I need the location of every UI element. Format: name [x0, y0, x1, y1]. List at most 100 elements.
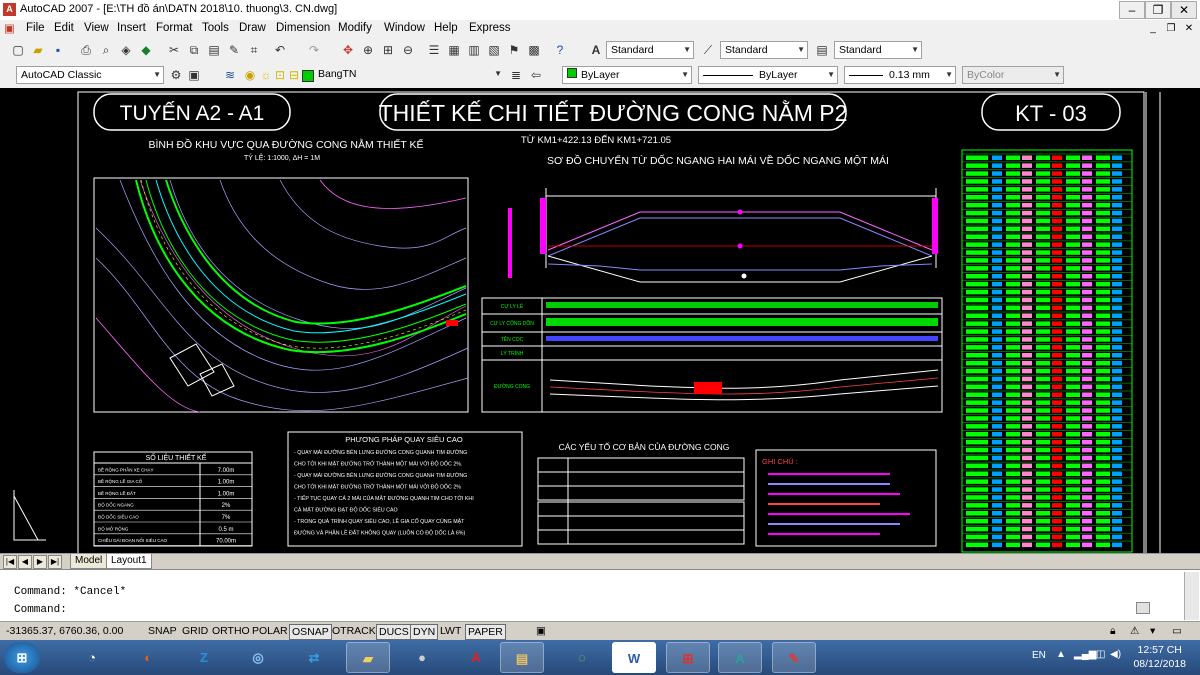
tab-model[interactable]: Model — [70, 554, 108, 569]
properties-icon[interactable]: ☰ — [426, 42, 442, 58]
lwt-toggle[interactable]: LWT — [438, 624, 463, 638]
coordinate-readout[interactable]: -31365.37, 6760.36, 0.00 — [4, 624, 125, 638]
menu-format[interactable]: Format — [156, 22, 192, 34]
fox-app-icon[interactable]: ● — [400, 642, 444, 673]
make-object-layer-current-icon[interactable]: ≣ — [508, 67, 524, 83]
menu-express[interactable]: Express — [469, 22, 511, 34]
layer-previous-icon[interactable]: ⇦ — [528, 67, 544, 83]
dyn-toggle[interactable]: DYN — [410, 624, 439, 640]
doc-close-button[interactable]: ✕ — [1182, 22, 1196, 35]
paper-toggle[interactable]: PAPER — [465, 624, 506, 640]
match-properties-icon[interactable]: ✎ — [226, 42, 242, 58]
close-button[interactable]: ✕ — [1171, 1, 1197, 19]
redo-icon[interactable]: ↷ — [306, 42, 322, 58]
menu-tools[interactable]: Tools — [202, 22, 229, 34]
drawing-area[interactable]: TUYẾN A2 - A1 THIẾT KẾ CHI TIẾT ĐƯỜNG CO… — [0, 88, 1200, 553]
ortho-toggle[interactable]: ORTHO — [210, 624, 252, 638]
prev-tab-button[interactable]: ◀ — [18, 555, 32, 569]
menu-dimension[interactable]: Dimension — [276, 22, 330, 34]
comm-center-icon[interactable]: ⚠ — [1128, 624, 1141, 638]
save-icon[interactable]: ▪ — [50, 42, 66, 58]
dim-style-icon[interactable]: ⟋ — [700, 42, 716, 58]
command-scroll-thumb[interactable] — [1136, 602, 1150, 614]
grid-toggle[interactable]: GRID — [180, 624, 210, 638]
next-tab-button[interactable]: ▶ — [33, 555, 47, 569]
text-style-select[interactable]: Standard ▼ — [606, 41, 694, 59]
dim-style-select[interactable]: Standard ▼ — [720, 41, 808, 59]
cococ-icon[interactable]: ◌ — [560, 642, 604, 673]
menu-help[interactable]: Help — [434, 22, 458, 34]
maximize-viewport-icon[interactable]: ▣ — [534, 624, 548, 638]
signal-icon[interactable]: ▂▄▆ — [1074, 649, 1096, 660]
3d-dwf-icon[interactable]: ◆ — [138, 42, 154, 58]
help-icon[interactable]: ? — [552, 42, 568, 58]
workspace-select[interactable]: AutoCAD Classic ▼ — [16, 66, 164, 84]
plotstyle-select[interactable]: ByColor ▼ — [962, 66, 1064, 84]
word-icon[interactable]: W — [612, 642, 656, 673]
zoom-realtime-icon[interactable]: ⊕ — [360, 42, 376, 58]
linetype-select[interactable]: ByLayer ▼ — [698, 66, 838, 84]
markup-icon[interactable]: ⚑ — [506, 42, 522, 58]
sticky-notes-icon[interactable]: ▰ — [346, 642, 390, 673]
minimize-button[interactable]: – — [1119, 1, 1145, 19]
last-tab-button[interactable]: ▶| — [48, 555, 62, 569]
otrack-toggle[interactable]: OTRACK — [330, 624, 378, 638]
menu-view[interactable]: View — [84, 22, 109, 34]
paste-icon[interactable]: ▤ — [206, 42, 222, 58]
polar-toggle[interactable]: POLAR — [250, 624, 290, 638]
first-tab-button[interactable]: |◀ — [3, 555, 17, 569]
tray-settings-icon[interactable]: ▾ — [1148, 624, 1157, 638]
zoom-previous-icon[interactable]: ⊖ — [400, 42, 416, 58]
zoom-window-icon[interactable]: ⊞ — [380, 42, 396, 58]
sheet-set-icon[interactable]: ▧ — [486, 42, 502, 58]
workspace-settings-icon[interactable]: ⚙ — [168, 67, 184, 83]
command-prompt[interactable]: Command: — [14, 604, 67, 616]
text-style-icon[interactable]: A — [588, 42, 604, 58]
browser-icon[interactable]: ◎ — [236, 642, 280, 673]
autocad-running-icon[interactable]: A — [718, 642, 762, 673]
plot-preview-icon[interactable]: ⌕ — [98, 42, 114, 58]
autocad-app-icon[interactable]: A — [3, 3, 16, 16]
pan-icon[interactable]: ✥ — [340, 42, 356, 58]
menu-draw[interactable]: Draw — [239, 22, 266, 34]
copy-icon[interactable]: ⧉ — [186, 42, 202, 58]
lock-icon[interactable]: 🔒︎ — [1108, 624, 1118, 638]
menu-insert[interactable]: Insert — [117, 22, 146, 34]
layer-on-icon[interactable]: ◉ — [242, 67, 258, 83]
teamviewer-icon[interactable]: ⇄ — [292, 642, 336, 673]
plot-icon[interactable]: ⎙ — [78, 42, 94, 58]
table-style-select[interactable]: Standard ▼ — [834, 41, 922, 59]
clean-screen-icon[interactable]: ▭ — [1170, 624, 1184, 638]
color-select[interactable]: ByLayer ▼ — [562, 66, 692, 84]
zalo-icon[interactable]: Z — [182, 642, 226, 673]
osnap-toggle[interactable]: OSNAP — [289, 624, 332, 640]
ccleaner-icon[interactable]: ◐ — [126, 642, 170, 673]
publish-icon[interactable]: ◈ — [118, 42, 134, 58]
menu-modify[interactable]: Modify — [338, 22, 372, 34]
restore-button[interactable]: ❐ — [1145, 1, 1171, 19]
clock[interactable]: 12:57 CH 08/12/2018 — [1133, 643, 1186, 671]
cut-icon[interactable]: ✂ — [166, 42, 182, 58]
tray-arrow-icon[interactable]: ▲ — [1056, 649, 1066, 660]
doc-restore-button[interactable]: ❐ — [1164, 22, 1178, 35]
language-indicator[interactable]: EN — [1032, 650, 1046, 661]
open-icon[interactable]: ▰ — [30, 42, 46, 58]
menu-edit[interactable]: Edit — [54, 22, 74, 34]
design-center-icon[interactable]: ▦ — [446, 42, 462, 58]
menu-file[interactable]: File — [26, 22, 45, 34]
doc-minimize-button[interactable]: _ — [1146, 22, 1160, 35]
menu-window[interactable]: Window — [384, 22, 425, 34]
calculator-icon[interactable]: ▩ — [526, 42, 542, 58]
network-icon[interactable]: ◫ — [1096, 649, 1105, 660]
layer-properties-icon[interactable]: ≋ — [222, 67, 238, 83]
network-app-icon[interactable]: ⊞ — [666, 642, 710, 673]
layer-select[interactable]: BangTN ▼ — [314, 66, 504, 84]
workspace-save-icon[interactable]: ▣ — [186, 67, 202, 83]
autocad-taskbar-icon[interactable]: A — [454, 642, 498, 673]
ducs-toggle[interactable]: DUCS — [376, 624, 412, 640]
block-editor-icon[interactable]: ⌗ — [246, 42, 262, 58]
start-button[interactable]: ⊞ — [4, 642, 40, 673]
tool-palettes-icon[interactable]: ▥ — [466, 42, 482, 58]
volume-icon[interactable]: ◀) — [1110, 649, 1121, 660]
lineweight-select[interactable]: 0.13 mm ▼ — [844, 66, 956, 84]
